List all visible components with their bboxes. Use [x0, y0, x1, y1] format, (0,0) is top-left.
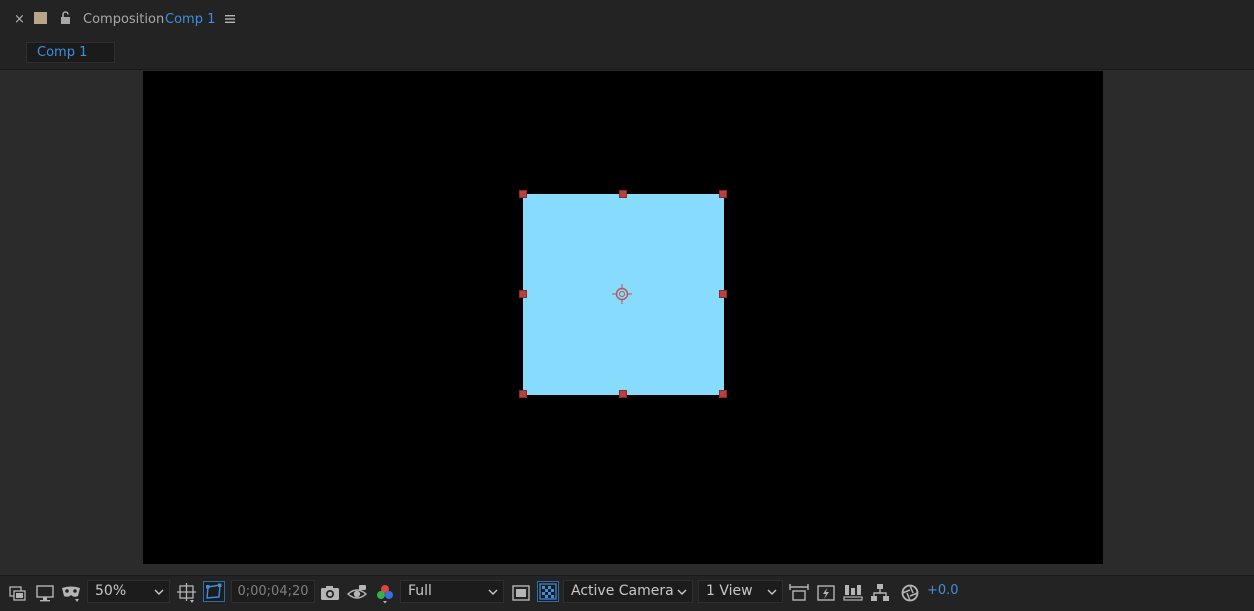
snapshot-icon[interactable]	[319, 582, 341, 604]
resolution-dropdown[interactable]: Full	[400, 580, 504, 603]
transform-handle-right[interactable]	[719, 290, 727, 298]
camera-view-dropdown[interactable]: Active Camera	[563, 580, 693, 603]
camera-view-value: Active Camera	[571, 583, 674, 599]
transform-handle-top-right[interactable]	[719, 190, 727, 198]
chevron-down-icon	[488, 589, 498, 595]
mask-visibility-icon[interactable]	[60, 582, 82, 604]
flowchart-icon[interactable]	[869, 582, 891, 604]
resolution-value: Full	[408, 583, 432, 599]
transparency-grid-icon	[539, 583, 557, 600]
transform-handle-left[interactable]	[519, 290, 527, 298]
transform-handle-bottom-right[interactable]	[719, 390, 727, 398]
transform-handle-bottom-left[interactable]	[519, 390, 527, 398]
magnification-value: 50%	[95, 583, 127, 599]
transparency-grid-button[interactable]	[537, 581, 559, 602]
toggle-mask-path-icon	[206, 583, 222, 599]
choose-grid-icon[interactable]	[176, 582, 198, 604]
chevron-down-icon	[154, 589, 164, 595]
transform-handle-top[interactable]	[619, 190, 627, 198]
panel-header: × Composition Comp 1	[0, 0, 1254, 40]
view-layout-value: 1 View	[706, 583, 753, 599]
magnification-dropdown[interactable]: 50%	[87, 580, 170, 603]
close-panel-icon[interactable]: ×	[14, 12, 25, 28]
exposure-value[interactable]: +0.0	[927, 583, 959, 598]
3d-renderer-icon[interactable]	[788, 582, 810, 604]
show-channel-icon[interactable]	[374, 582, 396, 604]
tab-comp-1[interactable]: Comp 1	[26, 42, 115, 63]
chevron-down-icon	[767, 589, 777, 595]
current-time-display[interactable]: 0;00;04;20	[231, 580, 315, 603]
transform-handle-bottom[interactable]	[619, 390, 627, 398]
toggle-mask-path-button[interactable]	[203, 581, 225, 602]
always-preview-icon[interactable]	[7, 582, 29, 604]
panel-menu-icon[interactable]	[224, 13, 236, 25]
show-snapshot-icon[interactable]	[346, 582, 368, 604]
monitor-icon[interactable]	[34, 582, 56, 604]
unlock-icon[interactable]	[59, 11, 73, 25]
view-layout-dropdown[interactable]: 1 View	[698, 580, 783, 603]
transform-handle-top-left[interactable]	[519, 190, 527, 198]
timeline-icon[interactable]	[842, 582, 864, 604]
fast-previews-icon[interactable]	[815, 582, 837, 604]
reset-exposure-icon[interactable]	[899, 582, 921, 604]
region-of-interest-icon[interactable]	[510, 582, 532, 604]
viewer-toolbar: 50% 0;00;04;20 Full Active Camera 1 View…	[0, 575, 1254, 611]
panel-title-comp-name[interactable]: Comp 1	[165, 12, 215, 28]
composition-icon	[34, 12, 47, 24]
anchor-point-icon[interactable]	[611, 283, 633, 305]
panel-title-prefix: Composition	[83, 12, 165, 27]
chevron-down-icon	[677, 589, 687, 595]
